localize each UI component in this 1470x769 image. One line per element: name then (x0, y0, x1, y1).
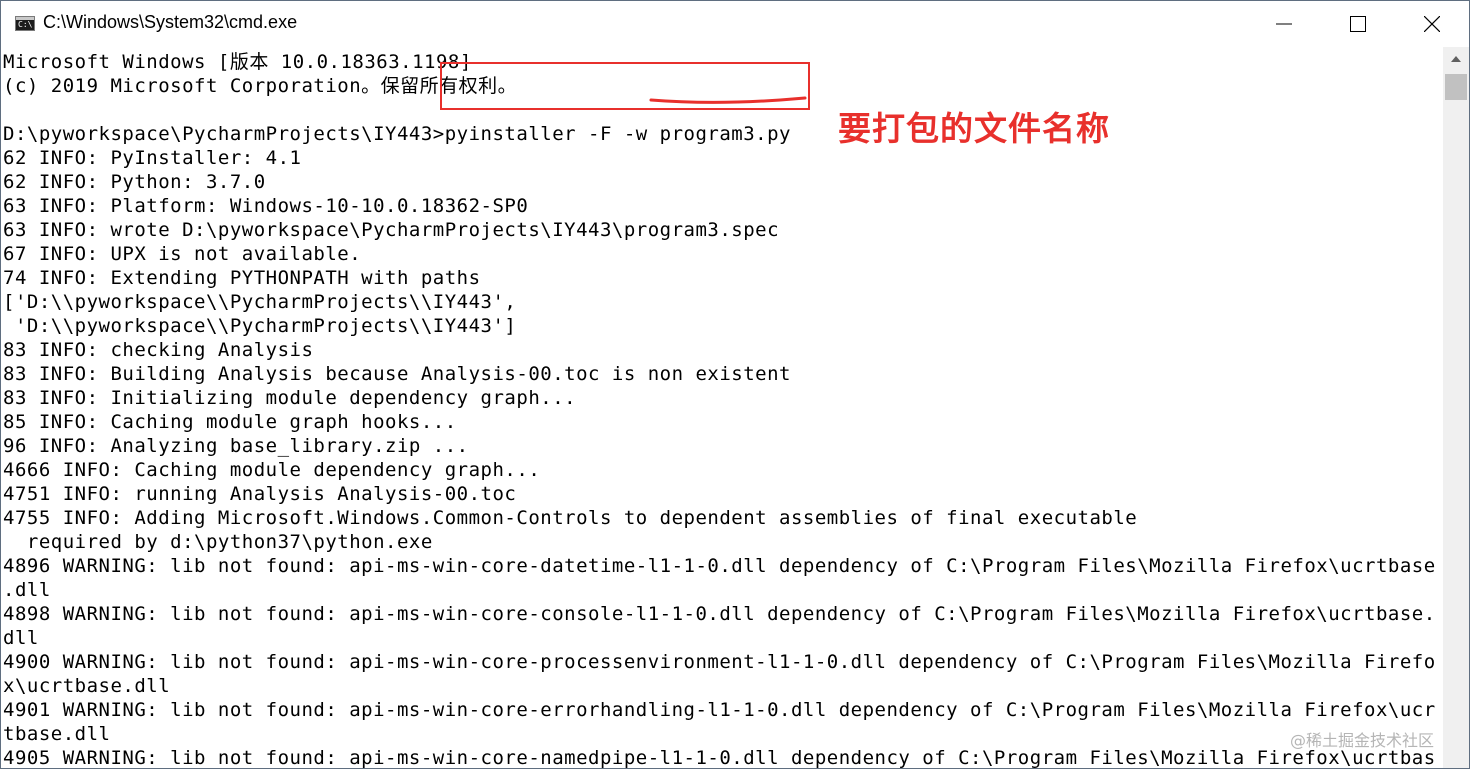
console-line: 4896 WARNING: lib not found: api-ms-win-… (3, 555, 1436, 577)
cmd-icon: C:\ (15, 16, 35, 31)
console-line: 62 INFO: Python: 3.7.0 (3, 171, 266, 193)
console-line: 4905 WARNING: lib not found: api-ms-win-… (3, 747, 1436, 769)
console-output[interactable]: Microsoft Windows [版本 10.0.18363.1198] (c… (1, 47, 1443, 769)
vertical-scrollbar[interactable] (1443, 47, 1469, 768)
console-line: Microsoft Windows [版本 10.0.18363.1198] (3, 51, 472, 73)
console-line: 62 INFO: PyInstaller: 4.1 (3, 147, 302, 169)
console-line: 85 INFO: Caching module graph hooks... (3, 411, 457, 433)
console-line: dll (3, 627, 39, 649)
console-line: 4755 INFO: Adding Microsoft.Windows.Comm… (3, 507, 1138, 529)
cmd-window: C:\ C:\Windows\System32\cmd.exe Microsof… (0, 0, 1470, 769)
close-icon (1424, 16, 1440, 32)
minimize-button[interactable] (1249, 1, 1319, 47)
filename-underline-mark (649, 96, 807, 104)
console-line: 4751 INFO: running Analysis Analysis-00.… (3, 483, 517, 505)
console-line: tbase.dll (3, 723, 111, 745)
window-title: C:\Windows\System32\cmd.exe (43, 12, 298, 32)
annotation-label: 要打包的文件名称 (838, 109, 1110, 148)
console-line: x\ucrtbase.dll (3, 675, 171, 697)
console-line: D:\pyworkspace\PycharmProjects\IY443>pyi… (3, 123, 791, 145)
console-line: 'D:\\pyworkspace\\PycharmProjects\\IY443… (3, 315, 517, 337)
console-line: 4898 WARNING: lib not found: api-ms-win-… (3, 603, 1436, 625)
console-line: .dll (3, 579, 51, 601)
console-line: 83 INFO: Building Analysis because Analy… (3, 363, 791, 385)
console-line: 4901 WARNING: lib not found: api-ms-win-… (3, 699, 1436, 721)
console-line: 63 INFO: wrote D:\pyworkspace\PycharmPro… (3, 219, 780, 241)
console-line: required by d:\python37\python.exe (3, 531, 433, 553)
scroll-thumb[interactable] (1445, 74, 1467, 100)
console-line: 74 INFO: Extending PYTHONPATH with paths (3, 267, 481, 289)
title-bar[interactable]: C:\ C:\Windows\System32\cmd.exe (1, 1, 1469, 47)
console-line: 63 INFO: Platform: Windows-10-10.0.18362… (3, 195, 529, 217)
console-line: 4900 WARNING: lib not found: api-ms-win-… (3, 651, 1436, 673)
console-line: 96 INFO: Analyzing base_library.zip ... (3, 435, 469, 457)
scroll-up-arrow-icon (1451, 56, 1461, 62)
watermark: @稀土掘金技术社区 (1290, 731, 1435, 750)
minimize-icon (1276, 23, 1292, 25)
scroll-up-button[interactable] (1443, 47, 1469, 71)
console-line: 83 INFO: checking Analysis (3, 339, 314, 361)
maximize-button[interactable] (1323, 1, 1393, 47)
console-line: 83 INFO: Initializing module dependency … (3, 387, 577, 409)
console-line: ['D:\\pyworkspace\\PycharmProjects\\IY44… (3, 291, 517, 313)
maximize-icon (1350, 16, 1366, 32)
console-line: 67 INFO: UPX is not available. (3, 243, 362, 265)
console-line: 4666 INFO: Caching module dependency gra… (3, 459, 541, 481)
close-button[interactable] (1397, 1, 1467, 47)
cmd-icon-text: C:\ (18, 20, 33, 29)
